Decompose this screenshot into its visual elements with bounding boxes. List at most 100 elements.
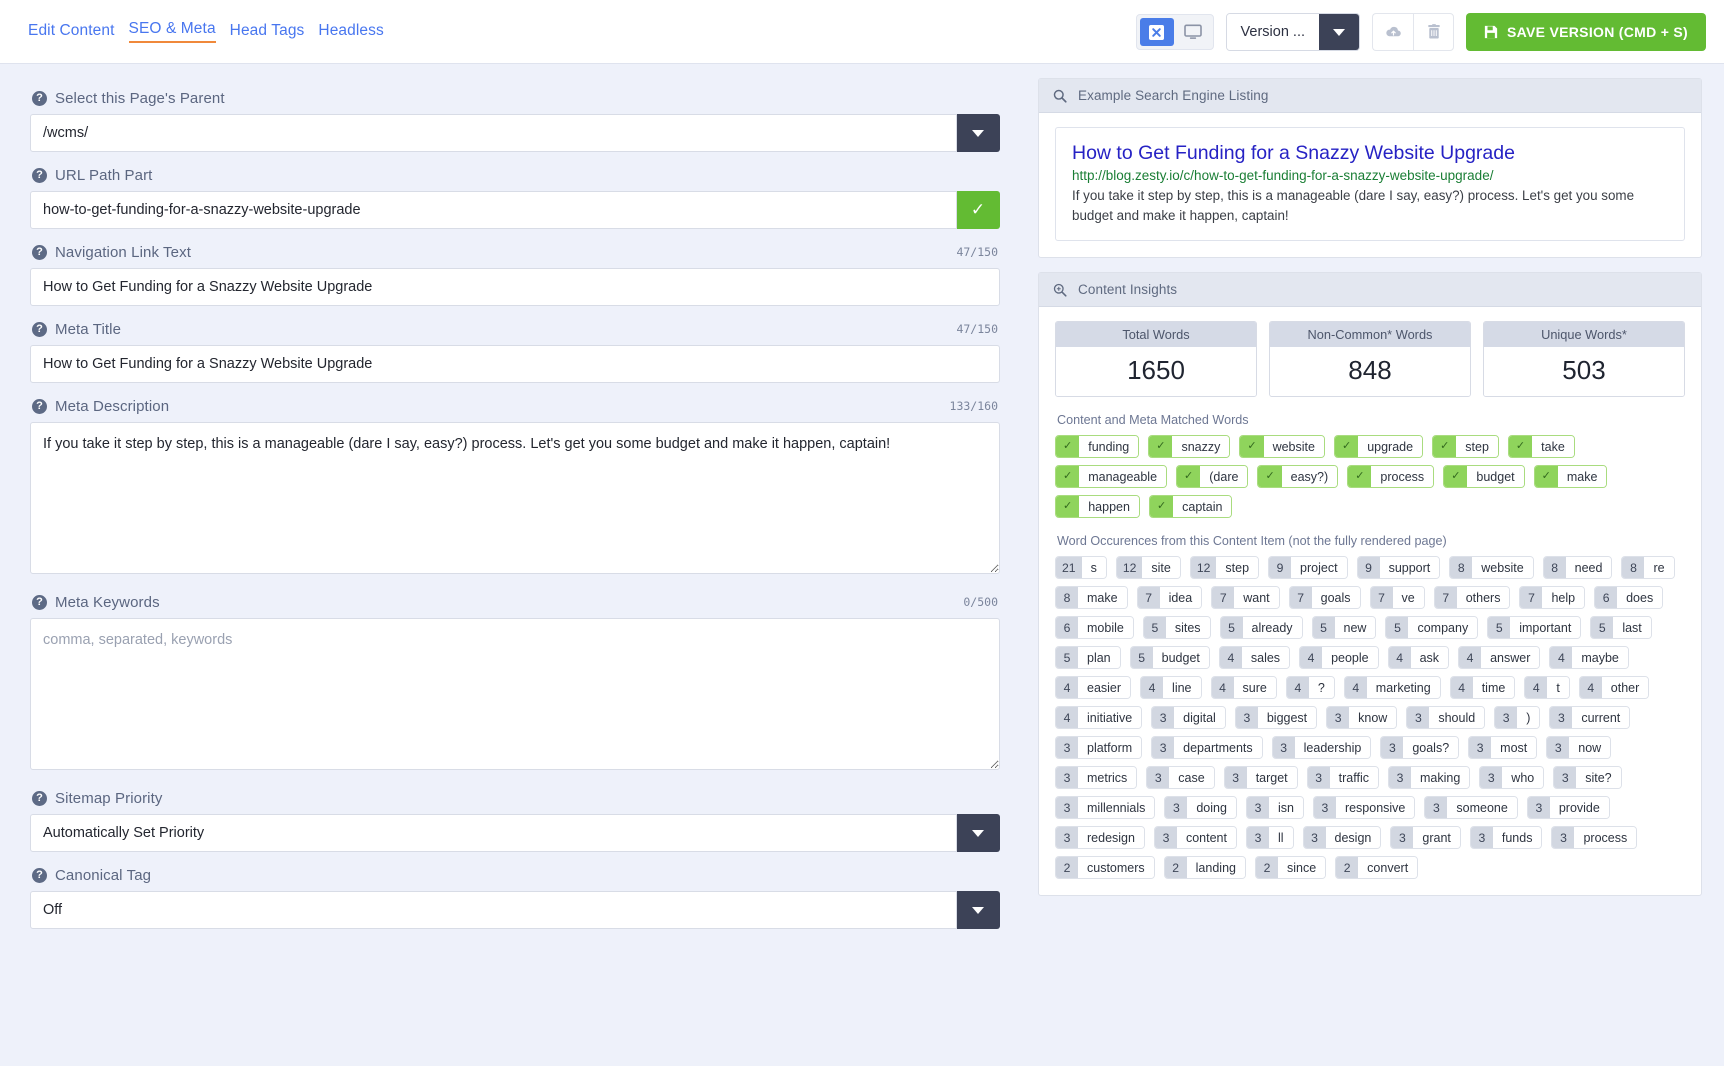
canonical-tag-select[interactable] (30, 891, 957, 929)
word-occurrence-chip[interactable]: 2convert (1335, 856, 1418, 879)
help-icon[interactable]: ? (32, 595, 47, 610)
sitemap-priority-caret[interactable] (957, 814, 1000, 852)
tab-head-tags[interactable]: Head Tags (230, 22, 305, 43)
word-occurrence-chip[interactable]: 4t (1524, 676, 1569, 699)
word-occurrence-chip[interactable]: 4maybe (1549, 646, 1629, 669)
word-occurrence-chip[interactable]: 6does (1594, 586, 1663, 609)
tab-seo-meta[interactable]: SEO & Meta (129, 20, 216, 43)
parent-select-input[interactable] (30, 114, 957, 152)
word-occurrence-chip[interactable]: 5last (1590, 616, 1651, 639)
word-occurrence-chip[interactable]: 4sales (1219, 646, 1290, 669)
word-occurrence-chip[interactable]: 3target (1224, 766, 1298, 789)
help-icon[interactable]: ? (32, 245, 47, 260)
word-occurrence-chip[interactable]: 3current (1549, 706, 1630, 729)
tab-edit-content[interactable]: Edit Content (28, 22, 115, 43)
word-occurrence-chip[interactable]: 3grant (1390, 826, 1461, 849)
word-occurrence-chip[interactable]: 5company (1385, 616, 1478, 639)
word-occurrence-chip[interactable]: 7ve (1370, 586, 1425, 609)
word-occurrence-chip[interactable]: 3who (1479, 766, 1544, 789)
word-occurrence-chip[interactable]: 7goals (1289, 586, 1361, 609)
matched-word-chip[interactable]: ✓process (1347, 465, 1434, 488)
word-occurrence-chip[interactable]: 3case (1146, 766, 1214, 789)
word-occurrence-chip[interactable]: 3isn (1246, 796, 1304, 819)
help-icon[interactable]: ? (32, 791, 47, 806)
url-path-input[interactable] (30, 191, 957, 229)
meta-description-textarea[interactable]: If you take it step by step, this is a m… (30, 422, 1000, 574)
help-icon[interactable]: ? (32, 868, 47, 883)
word-occurrence-chip[interactable]: 4initiative (1055, 706, 1142, 729)
word-occurrence-chip[interactable]: 3someone (1424, 796, 1517, 819)
word-occurrence-chip[interactable]: 3making (1388, 766, 1470, 789)
word-occurrence-chip[interactable]: 3metrics (1055, 766, 1137, 789)
help-icon[interactable]: ? (32, 399, 47, 414)
word-occurrence-chip[interactable]: 3millennials (1055, 796, 1155, 819)
word-occurrence-chip[interactable]: 12site (1116, 556, 1181, 579)
word-occurrence-chip[interactable]: 4other (1579, 676, 1650, 699)
word-occurrence-chip[interactable]: 4easier (1055, 676, 1131, 699)
word-occurrence-chip[interactable]: 3) (1494, 706, 1540, 729)
close-x-icon-button[interactable] (1140, 18, 1174, 46)
matched-word-chip[interactable]: ✓manageable (1055, 465, 1167, 488)
word-occurrence-chip[interactable]: 3provide (1527, 796, 1610, 819)
word-occurrence-chip[interactable]: 8need (1543, 556, 1613, 579)
save-version-button[interactable]: SAVE VERSION (CMD + S) (1466, 13, 1706, 51)
word-occurrence-chip[interactable]: 7others (1434, 586, 1511, 609)
word-occurrence-chip[interactable]: 7help (1519, 586, 1585, 609)
matched-word-chip[interactable]: ✓snazzy (1148, 435, 1230, 458)
word-occurrence-chip[interactable]: 3departments (1151, 736, 1262, 759)
matched-word-chip[interactable]: ✓captain (1149, 495, 1233, 518)
word-occurrence-chip[interactable]: 3design (1303, 826, 1382, 849)
word-occurrence-chip[interactable]: 3know (1326, 706, 1397, 729)
word-occurrence-chip[interactable]: 3funds (1470, 826, 1543, 849)
word-occurrence-chip[interactable]: 3ll (1246, 826, 1294, 849)
word-occurrence-chip[interactable]: 7want (1211, 586, 1279, 609)
nav-link-text-input[interactable] (30, 268, 1000, 306)
matched-word-chip[interactable]: ✓step (1432, 435, 1499, 458)
matched-word-chip[interactable]: ✓(dare (1176, 465, 1248, 488)
word-occurrence-chip[interactable]: 3content (1154, 826, 1237, 849)
word-occurrence-chip[interactable]: 2landing (1164, 856, 1246, 879)
word-occurrence-chip[interactable]: 4sure (1211, 676, 1277, 699)
word-occurrence-chip[interactable]: 3should (1406, 706, 1485, 729)
publish-button[interactable] (1372, 13, 1413, 51)
word-occurrence-chip[interactable]: 5new (1312, 616, 1377, 639)
word-occurrence-chip[interactable]: 3traffic (1307, 766, 1379, 789)
word-occurrence-chip[interactable]: 12step (1190, 556, 1259, 579)
matched-word-chip[interactable]: ✓budget (1443, 465, 1524, 488)
tab-headless[interactable]: Headless (318, 22, 383, 43)
word-occurrence-chip[interactable]: 3most (1468, 736, 1537, 759)
word-occurrence-chip[interactable]: 5already (1220, 616, 1303, 639)
help-icon[interactable]: ? (32, 91, 47, 106)
word-occurrence-chip[interactable]: 5plan (1055, 646, 1121, 669)
word-occurrence-chip[interactable]: 3responsive (1313, 796, 1415, 819)
matched-word-chip[interactable]: ✓funding (1055, 435, 1139, 458)
help-icon[interactable]: ? (32, 322, 47, 337)
parent-select-caret[interactable] (957, 114, 1000, 152)
word-occurrence-chip[interactable]: 3goals? (1380, 736, 1459, 759)
matched-word-chip[interactable]: ✓happen (1055, 495, 1140, 518)
word-occurrence-chip[interactable]: 5important (1487, 616, 1581, 639)
word-occurrence-chip[interactable]: 4? (1286, 676, 1335, 699)
word-occurrence-chip[interactable]: 4ask (1388, 646, 1449, 669)
word-occurrence-chip[interactable]: 9project (1268, 556, 1348, 579)
word-occurrence-chip[interactable]: 8website (1449, 556, 1533, 579)
word-occurrence-chip[interactable]: 4marketing (1344, 676, 1441, 699)
canonical-tag-caret[interactable] (957, 891, 1000, 929)
word-occurrence-chip[interactable]: 3redesign (1055, 826, 1145, 849)
word-occurrence-chip[interactable]: 3biggest (1235, 706, 1317, 729)
word-occurrence-chip[interactable]: 3now (1546, 736, 1611, 759)
serp-listing-url[interactable]: http://blog.zesty.io/c/how-to-get-fundin… (1072, 168, 1668, 183)
matched-word-chip[interactable]: ✓easy?) (1257, 465, 1338, 488)
word-occurrence-chip[interactable]: 4people (1299, 646, 1379, 669)
word-occurrence-chip[interactable]: 6mobile (1055, 616, 1134, 639)
version-select[interactable]: Version ... (1226, 13, 1360, 51)
word-occurrence-chip[interactable]: 3leadership (1272, 736, 1372, 759)
word-occurrence-chip[interactable]: 3process (1551, 826, 1637, 849)
help-icon[interactable]: ? (32, 168, 47, 183)
word-occurrence-chip[interactable]: 3site? (1553, 766, 1621, 789)
word-occurrence-chip[interactable]: 4time (1450, 676, 1516, 699)
word-occurrence-chip[interactable]: 3doing (1164, 796, 1237, 819)
word-occurrence-chip[interactable]: 5sites (1143, 616, 1211, 639)
word-occurrence-chip[interactable]: 21s (1055, 556, 1107, 579)
url-path-confirm-button[interactable]: ✓ (957, 191, 1000, 229)
